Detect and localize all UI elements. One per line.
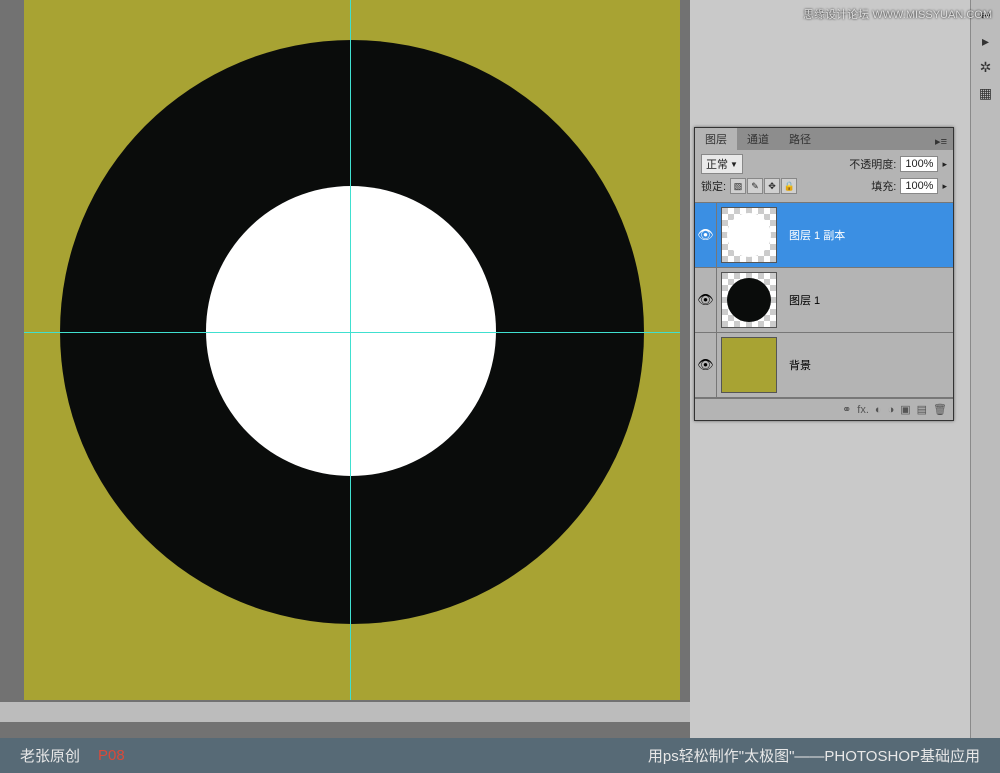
fill-input[interactable]: 100% [900, 178, 938, 194]
trash-icon[interactable]: 🗑 [933, 403, 947, 416]
eye-icon: 👁 [697, 292, 714, 308]
right-toolstrip: ↩︎ ▸ ✲ ▦ [970, 0, 1000, 738]
visibility-toggle[interactable]: 👁 [695, 268, 717, 332]
lock-transparency-button[interactable]: ▧ [730, 178, 746, 194]
layers-bottom-bar: ⚭ fx. ◐ ◑ ▣ ▤ 🗑 [695, 398, 953, 420]
eye-icon: 👁 [697, 227, 714, 243]
layer-name[interactable]: 图层 1 [789, 292, 820, 308]
mask-icon[interactable]: ◐ [875, 404, 882, 416]
footer-bar: 老张原创 P08 用ps轻松制作"太极图"——PHOTOSHOP基础应用 [0, 738, 1000, 773]
guide-vertical[interactable] [350, 0, 351, 700]
chevron-down-icon: ▼ [730, 160, 738, 169]
visibility-toggle[interactable]: 👁 [695, 333, 717, 397]
layer-thumbnail[interactable] [721, 272, 777, 328]
tab-channels[interactable]: 通道 [737, 128, 779, 150]
layer-row[interactable]: 👁 图层 1 [695, 268, 953, 333]
tab-paths[interactable]: 路径 [779, 128, 821, 150]
layers-list: 👁 图层 1 副本 👁 图层 1 👁 背景 [695, 202, 953, 398]
lock-all-button[interactable]: 🔒 [781, 178, 797, 194]
gear-icon[interactable]: ✲ [975, 56, 997, 78]
footer-credit: 老张原创 [20, 745, 80, 766]
layer-row[interactable]: 👁 背景 [695, 333, 953, 398]
swatch-icon[interactable]: ▦ [975, 82, 997, 104]
panel-menu-icon[interactable]: ▸≡ [929, 133, 953, 150]
horizontal-scrollbar[interactable] [0, 702, 690, 722]
layer-row[interactable]: 👁 图层 1 副本 [695, 203, 953, 268]
panel-tabs: 图层 通道 路径 ▸≡ [695, 128, 953, 150]
right-side: 图层 通道 路径 ▸≡ 正常 ▼ 不透明度: 100% ▸ 锁定: [690, 0, 1000, 738]
panel-controls: 正常 ▼ 不透明度: 100% ▸ 锁定: ▧ ✎ ✥ 🔒 填充: [695, 150, 953, 202]
layer-thumbnail[interactable] [721, 337, 777, 393]
fx-icon[interactable]: fx. [857, 404, 869, 416]
footer-title: 用ps轻松制作"太极图"——PHOTOSHOP基础应用 [648, 745, 980, 766]
blend-mode-value: 正常 [706, 156, 728, 172]
link-icon[interactable]: ⚭ [842, 403, 851, 416]
tab-layers[interactable]: 图层 [695, 128, 737, 150]
footer-page: P08 [98, 747, 125, 764]
layer-name[interactable]: 图层 1 副本 [789, 227, 845, 243]
lock-pixels-button[interactable]: ✎ [747, 178, 763, 194]
white-circle-shape[interactable] [206, 186, 496, 476]
watermark: 思缘设计论坛 WWW.MISSYUAN.COM [803, 6, 992, 22]
layer-name[interactable]: 背景 [789, 357, 811, 373]
fill-label: 填充: [871, 178, 896, 194]
visibility-toggle[interactable]: 👁 [695, 203, 717, 267]
opacity-input[interactable]: 100% [900, 156, 938, 172]
chevron-right-icon[interactable]: ▸ [942, 181, 947, 192]
folder-icon[interactable]: ▣ [900, 403, 910, 416]
blend-mode-dropdown[interactable]: 正常 ▼ [701, 154, 743, 174]
layer-thumbnail[interactable] [721, 207, 777, 263]
chevron-right-icon[interactable]: ▸ [942, 159, 947, 170]
guide-horizontal[interactable] [24, 332, 680, 333]
panel-toggle-icon[interactable]: ▸ [975, 30, 997, 52]
lock-position-button[interactable]: ✥ [764, 178, 780, 194]
new-layer-icon[interactable]: ▤ [917, 403, 927, 416]
adjustment-icon[interactable]: ◑ [888, 404, 895, 416]
canvas-area [0, 0, 690, 738]
lock-label: 锁定: [701, 178, 726, 194]
workspace: 思缘设计论坛 WWW.MISSYUAN.COM 图层 通道 路径 ▸≡ 正常 ▼ [0, 0, 1000, 738]
canvas[interactable] [24, 0, 680, 700]
eye-icon: 👁 [697, 357, 714, 373]
opacity-label: 不透明度: [849, 156, 896, 172]
layers-panel: 图层 通道 路径 ▸≡ 正常 ▼ 不透明度: 100% ▸ 锁定: [694, 127, 954, 421]
